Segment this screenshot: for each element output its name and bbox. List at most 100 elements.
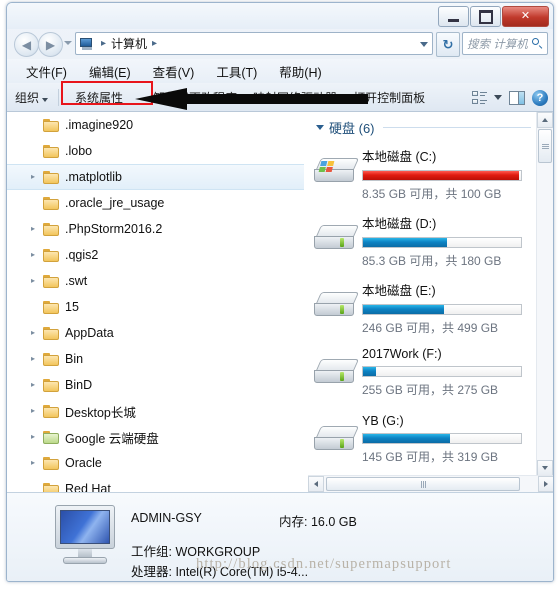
hard-drive-windows-icon — [314, 152, 362, 194]
hard-drive-icon — [314, 420, 362, 462]
tree-item-label: 15 — [65, 300, 79, 314]
tree-item[interactable]: .qgis2 — [7, 242, 304, 268]
memory-value: 内存: 16.0 GB — [279, 515, 357, 529]
refresh-button[interactable]: ↻ — [436, 32, 460, 57]
drive-name: 本地磁盘 (C:) — [362, 150, 437, 164]
menu-file[interactable]: 文件(F) — [15, 60, 78, 83]
group-divider — [382, 127, 531, 128]
drive-item[interactable]: 本地磁盘 (D:) 85.3 GB 可用，共 180 GB — [314, 205, 536, 269]
expand-chevron-right-icon[interactable] — [31, 355, 43, 363]
drive-info: 2017Work (F:) 255 GB 可用，共 275 GB — [362, 339, 536, 403]
expand-chevron-right-icon[interactable] — [31, 459, 43, 467]
window-controls: ✕ — [438, 6, 549, 27]
hard-drive-icon — [314, 286, 362, 328]
expand-chevron-right-icon[interactable] — [31, 251, 43, 259]
tree-item[interactable]: .swt — [7, 268, 304, 294]
drive-item[interactable]: 本地磁盘 (E:) 246 GB 可用，共 499 GB — [314, 272, 536, 336]
system-properties-button[interactable]: 系统属性 — [67, 86, 131, 109]
tree-item[interactable]: AppData — [7, 320, 304, 346]
folder-icon — [43, 300, 59, 314]
help-icon[interactable]: ? — [532, 89, 548, 106]
back-button[interactable]: ◀ — [14, 32, 39, 57]
close-button[interactable]: ✕ — [502, 6, 549, 27]
change-view-icon[interactable] — [472, 90, 487, 105]
view-chevron-down-icon[interactable] — [494, 95, 502, 100]
expand-chevron-right-icon[interactable] — [31, 225, 43, 233]
tree-item-label: .oracle_jre_usage — [65, 196, 165, 210]
expand-chevron-right-icon[interactable] — [31, 407, 43, 415]
drive-name: 本地磁盘 (E:) — [362, 284, 436, 298]
expand-chevron-right-icon[interactable] — [31, 277, 43, 285]
drives-scroll-up-button[interactable] — [537, 112, 553, 128]
menu-help[interactable]: 帮助(H) — [268, 60, 332, 83]
drives-horizontal-scrollbar[interactable] — [308, 475, 553, 492]
maximize-button[interactable] — [470, 6, 501, 27]
tree-item[interactable]: 15 — [7, 294, 304, 320]
tree-item[interactable]: .imagine920 — [7, 112, 304, 138]
maximize-icon — [478, 9, 493, 24]
drive-name: 本地磁盘 (D:) — [362, 217, 437, 231]
drive-item[interactable]: 2017Work (F:) 255 GB 可用，共 275 GB — [314, 339, 536, 403]
tree-item-label: .lobo — [65, 144, 93, 158]
folder-icon — [43, 378, 59, 392]
drive-item[interactable]: 本地磁盘 (C:) 8.35 GB 可用，共 100 GB — [314, 138, 536, 202]
expand-chevron-right-icon[interactable] — [31, 381, 43, 389]
drive-usage-fill — [363, 171, 520, 180]
drives-vertical-scrollbar[interactable] — [536, 112, 553, 476]
expand-chevron-right-icon[interactable] — [31, 329, 43, 337]
explorer-window: ✕ ◀ ▶ ▸ 计算机 ▸ ↻ 搜索 计算机 文件(F) 编辑(E) 查看(V)… — [6, 2, 554, 582]
expand-chevron-right-icon[interactable] — [31, 433, 43, 441]
minimize-button[interactable] — [438, 6, 469, 27]
tree-item[interactable]: Desktop长城 — [7, 398, 304, 424]
chevron-down-icon — [42, 97, 49, 102]
drives-scroll-down-button[interactable] — [537, 460, 553, 476]
content-area: .imagine920 .lobo .matplotlib .oracle_jre_u… — [7, 112, 553, 492]
address-chevron-down-icon[interactable] — [420, 42, 428, 47]
title-bar: ✕ — [7, 3, 553, 29]
breadcrumb-computer[interactable]: 计算机 — [110, 35, 148, 52]
drive-usage-fill — [363, 434, 450, 443]
expand-chevron-right-icon[interactable] — [31, 173, 43, 181]
tree-item[interactable]: Google 云端硬盘 — [7, 424, 304, 450]
drives-scrollbar-thumb[interactable] — [538, 129, 552, 163]
menu-tools[interactable]: 工具(T) — [205, 60, 268, 83]
search-input[interactable]: 搜索 计算机 — [462, 32, 548, 55]
tree-item[interactable]: Oracle — [7, 450, 304, 476]
tree-item-label: Google 云端硬盘 — [65, 431, 159, 446]
tree-item-label: BinD — [65, 378, 93, 392]
drives-scroll-left-button[interactable] — [308, 476, 324, 492]
breadcrumb-separator-trailing-icon: ▸ — [152, 38, 158, 49]
tree-item[interactable]: Red Hat — [7, 476, 304, 492]
menu-edit[interactable]: 编辑(E) — [78, 60, 142, 83]
forward-button[interactable]: ▶ — [38, 32, 63, 57]
tree-item[interactable]: .oracle_jre_usage — [7, 190, 304, 216]
drives-scroll-right-button[interactable] — [538, 476, 553, 492]
tree-item[interactable]: .matplotlib — [7, 164, 304, 190]
tree-item[interactable]: BinD — [7, 372, 304, 398]
group-collapse-icon[interactable] — [316, 125, 324, 130]
tree-item[interactable]: Bin — [7, 346, 304, 372]
drive-capacity-text: 145 GB 可用，共 319 GB — [362, 450, 499, 464]
recent-locations-chevron-down-icon[interactable] — [64, 41, 72, 45]
drive-info: 本地磁盘 (E:) 246 GB 可用，共 499 GB — [362, 272, 536, 336]
tree-item[interactable]: .lobo — [7, 138, 304, 164]
folder-icon — [43, 326, 59, 340]
navigation-tree[interactable]: .imagine920 .lobo .matplotlib .oracle_jre_u… — [7, 112, 304, 492]
address-input[interactable]: ▸ 计算机 ▸ — [75, 32, 433, 55]
drive-item[interactable]: YB (G:) 145 GB 可用，共 319 GB — [314, 406, 536, 470]
annotation-arrow — [135, 88, 368, 110]
system-properties-wrapper: 系统属性 — [61, 80, 154, 109]
tree-item-label: Red Hat — [65, 482, 111, 492]
back-arrow-icon: ◀ — [21, 37, 32, 52]
drives-hscrollbar-thumb[interactable] — [326, 477, 520, 491]
folder-icon — [43, 170, 59, 184]
hard-disks-group-header[interactable]: 硬盘 (6) — [316, 118, 531, 137]
drive-usage-bar — [362, 237, 522, 248]
folder-icon — [43, 352, 59, 366]
tree-item[interactable]: .PhpStorm2016.2 — [7, 216, 304, 242]
preview-pane-icon[interactable] — [509, 90, 525, 105]
organize-button[interactable]: 组织 — [7, 86, 56, 109]
menu-view[interactable]: 查看(V) — [142, 60, 206, 83]
watermark: http://blog.csdn.net/supermapsupport — [196, 556, 452, 572]
drives-pane[interactable]: 硬盘 (6) 本地磁盘 (C:) 8.35 GB 可用，共 100 GB 本地磁盘 … — [308, 112, 553, 492]
